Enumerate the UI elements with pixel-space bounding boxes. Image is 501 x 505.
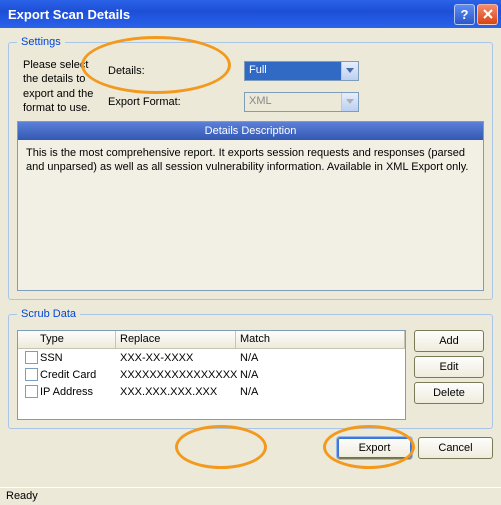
description-body: This is the most comprehensive report. I… bbox=[18, 140, 483, 290]
chevron-down-icon bbox=[346, 68, 354, 74]
col-replace[interactable]: Replace bbox=[116, 331, 236, 349]
status-bar: Ready bbox=[0, 487, 501, 505]
scrub-side-buttons: Add Edit Delete bbox=[414, 330, 484, 420]
format-value: XML bbox=[245, 93, 341, 111]
cell-type: SSN bbox=[36, 351, 116, 365]
col-type[interactable]: Type bbox=[36, 331, 116, 349]
chevron-down-icon bbox=[346, 99, 354, 105]
cell-replace: XXX.XXX.XXX.XXX bbox=[116, 385, 236, 399]
delete-button[interactable]: Delete bbox=[414, 382, 484, 404]
dialog-body: Settings Details: Full Please select the… bbox=[0, 28, 501, 487]
list-item[interactable]: SSN XXX-XX-XXXX N/A bbox=[18, 349, 405, 366]
list-item[interactable]: IP Address XXX.XXX.XXX.XXX N/A bbox=[18, 383, 405, 400]
format-dropdown-button bbox=[341, 93, 358, 111]
col-match[interactable]: Match bbox=[236, 331, 405, 349]
details-combo[interactable]: Full bbox=[244, 61, 359, 81]
add-button[interactable]: Add bbox=[414, 330, 484, 352]
cancel-button[interactable]: Cancel bbox=[418, 437, 493, 459]
scrub-group: Scrub Data Type Replace Match SSN XXX-XX… bbox=[8, 308, 493, 429]
cell-type: IP Address bbox=[36, 385, 116, 399]
description-box: Details Description This is the most com… bbox=[17, 121, 484, 291]
listview-header: Type Replace Match bbox=[18, 331, 405, 349]
close-button[interactable] bbox=[477, 4, 498, 25]
cell-replace: XXXXXXXXXXXXXXXX bbox=[116, 368, 236, 382]
dialog-actions: Export Cancel bbox=[8, 437, 493, 481]
details-label: Details: bbox=[108, 65, 238, 77]
window-title: Export Scan Details bbox=[8, 7, 452, 22]
export-button[interactable]: Export bbox=[337, 437, 412, 459]
format-combo: XML bbox=[244, 92, 359, 112]
format-label: Export Format: bbox=[108, 96, 238, 108]
settings-group: Settings Details: Full Please select the… bbox=[8, 36, 493, 300]
cell-type: Credit Card bbox=[36, 368, 116, 382]
cell-replace: XXX-XX-XXXX bbox=[116, 351, 236, 365]
status-text: Ready bbox=[6, 490, 38, 502]
cell-match: N/A bbox=[236, 385, 405, 399]
details-value: Full bbox=[245, 62, 341, 80]
help-button[interactable]: ? bbox=[454, 4, 475, 25]
scrub-legend: Scrub Data bbox=[17, 308, 80, 320]
settings-legend: Settings bbox=[17, 36, 65, 48]
cell-match: N/A bbox=[236, 368, 405, 382]
list-item[interactable]: Credit Card XXXXXXXXXXXXXXXX N/A bbox=[18, 366, 405, 383]
highlight-export bbox=[175, 425, 267, 469]
details-dropdown-button[interactable] bbox=[341, 62, 358, 80]
description-header: Details Description bbox=[18, 122, 483, 140]
scrub-listview[interactable]: Type Replace Match SSN XXX-XX-XXXX N/A C… bbox=[17, 330, 406, 420]
edit-button[interactable]: Edit bbox=[414, 356, 484, 378]
settings-help-text: Please select the details to export and … bbox=[17, 58, 102, 115]
cell-match: N/A bbox=[236, 351, 405, 365]
title-bar: Export Scan Details ? bbox=[0, 0, 501, 28]
close-icon bbox=[483, 9, 493, 19]
